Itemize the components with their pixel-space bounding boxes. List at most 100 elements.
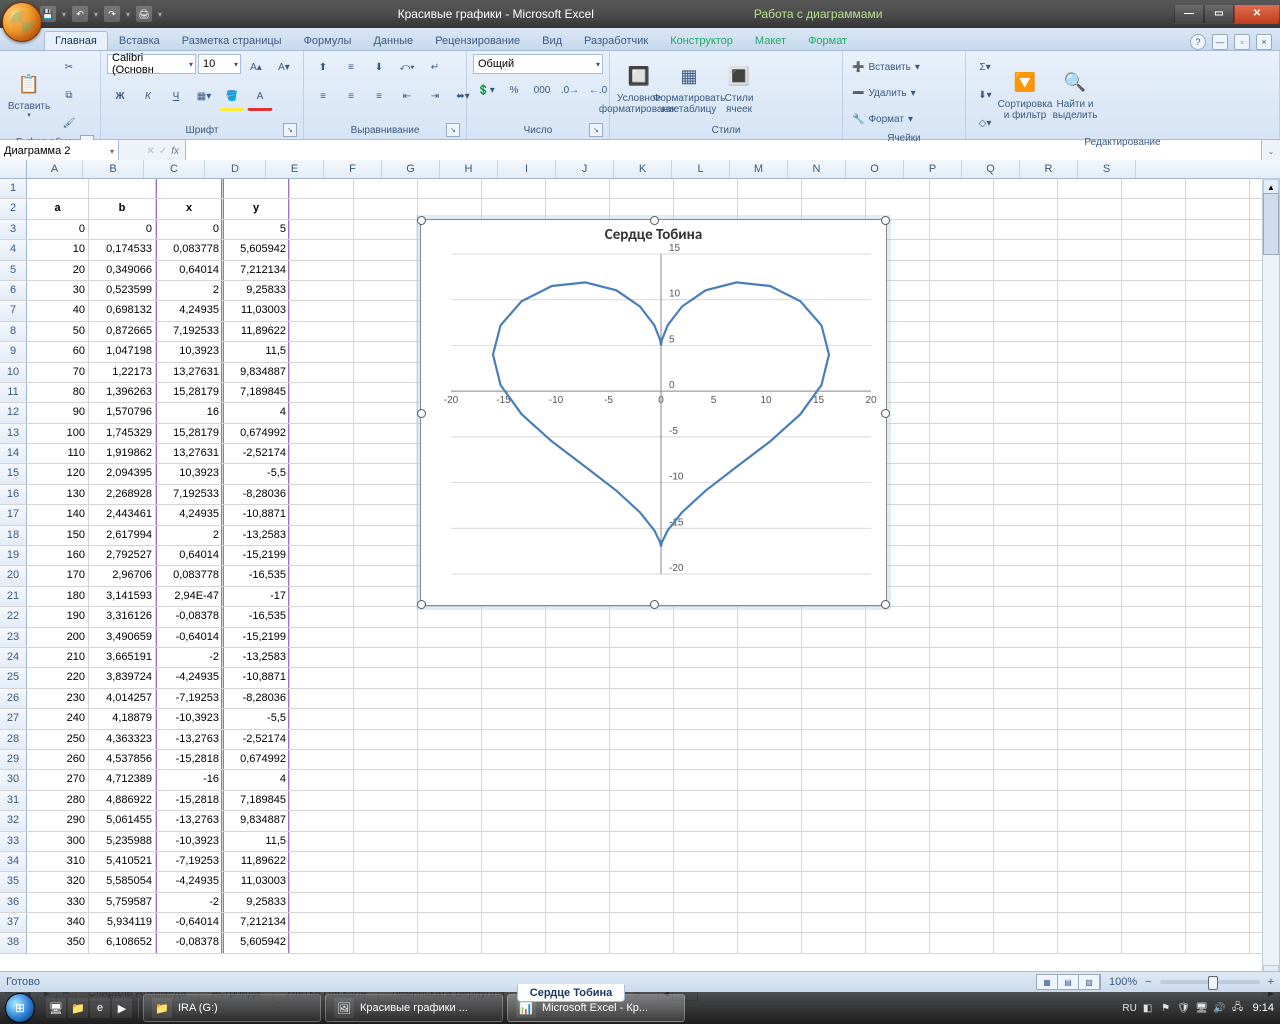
cell[interactable] bbox=[418, 730, 482, 749]
cell[interactable] bbox=[482, 689, 546, 708]
row-header[interactable]: 30 bbox=[0, 770, 27, 789]
ribbon-tab[interactable]: Разметка страницы bbox=[171, 31, 293, 50]
cell[interactable]: 4,24935 bbox=[156, 505, 223, 524]
cell[interactable] bbox=[930, 587, 994, 606]
cell[interactable]: 240 bbox=[27, 709, 89, 728]
cell[interactable] bbox=[1058, 261, 1122, 280]
cell[interactable] bbox=[674, 648, 738, 667]
cell[interactable] bbox=[802, 750, 866, 769]
column-header[interactable]: L bbox=[672, 160, 730, 178]
column-header[interactable]: H bbox=[440, 160, 498, 178]
cell[interactable] bbox=[546, 668, 610, 687]
cell[interactable] bbox=[930, 526, 994, 545]
cell[interactable]: 60 bbox=[27, 342, 89, 361]
cell[interactable]: -13,2763 bbox=[156, 730, 223, 749]
row-header[interactable]: 5 bbox=[0, 261, 27, 280]
cell[interactable] bbox=[354, 301, 418, 320]
cell[interactable] bbox=[802, 893, 866, 912]
cell[interactable] bbox=[1122, 546, 1186, 565]
cell[interactable] bbox=[1122, 628, 1186, 647]
name-box[interactable]: Диаграмма 2 bbox=[0, 140, 119, 162]
cell[interactable]: 3,490659 bbox=[89, 628, 156, 647]
row-header[interactable]: 10 bbox=[0, 363, 27, 382]
cell[interactable] bbox=[802, 832, 866, 851]
cell[interactable] bbox=[290, 730, 354, 749]
cell[interactable] bbox=[994, 220, 1058, 239]
cell[interactable] bbox=[290, 261, 354, 280]
cell[interactable] bbox=[354, 444, 418, 463]
cell[interactable] bbox=[802, 770, 866, 789]
cell[interactable] bbox=[1058, 505, 1122, 524]
cell[interactable]: 0,698132 bbox=[89, 301, 156, 320]
cell[interactable]: 20 bbox=[27, 261, 89, 280]
cell[interactable] bbox=[930, 424, 994, 443]
cell[interactable]: 15,28179 bbox=[156, 424, 223, 443]
ribbon-minimize-icon[interactable]: — bbox=[1212, 34, 1228, 50]
cell[interactable]: -8,28036 bbox=[223, 485, 290, 504]
cell[interactable]: 190 bbox=[27, 607, 89, 626]
cell[interactable]: -10,3923 bbox=[156, 709, 223, 728]
format-cells-button[interactable]: 🔧Формат ▾ bbox=[849, 106, 959, 132]
cell[interactable] bbox=[546, 628, 610, 647]
cell[interactable]: x bbox=[156, 199, 223, 218]
cell[interactable] bbox=[1122, 893, 1186, 912]
cell[interactable] bbox=[1186, 301, 1250, 320]
cell[interactable] bbox=[674, 913, 738, 932]
align-center-button[interactable]: ≡ bbox=[338, 83, 364, 109]
cell[interactable] bbox=[802, 199, 866, 218]
cell[interactable] bbox=[802, 668, 866, 687]
cell[interactable] bbox=[802, 933, 866, 952]
row-header[interactable]: 17 bbox=[0, 505, 27, 524]
cell[interactable] bbox=[290, 811, 354, 830]
cell[interactable] bbox=[354, 607, 418, 626]
cell[interactable] bbox=[866, 893, 930, 912]
ribbon-tab[interactable]: Формат bbox=[797, 31, 858, 50]
cell[interactable] bbox=[482, 709, 546, 728]
cell[interactable] bbox=[866, 750, 930, 769]
cell[interactable] bbox=[546, 199, 610, 218]
cell[interactable] bbox=[418, 709, 482, 728]
insert-cells-button[interactable]: ➕Вставить ▾ bbox=[849, 54, 959, 80]
row-header[interactable]: 36 bbox=[0, 893, 27, 912]
cell[interactable] bbox=[223, 179, 290, 198]
network-icon[interactable]: 🖧 bbox=[1231, 1001, 1245, 1015]
cell[interactable] bbox=[1122, 424, 1186, 443]
cell[interactable]: -13,2763 bbox=[156, 811, 223, 830]
cell[interactable]: 0,083778 bbox=[156, 566, 223, 585]
format-painter-button[interactable]: 🖌 bbox=[56, 110, 82, 136]
cell[interactable] bbox=[930, 750, 994, 769]
cell[interactable] bbox=[930, 342, 994, 361]
cell[interactable] bbox=[1058, 444, 1122, 463]
cell[interactable] bbox=[546, 832, 610, 851]
row-header[interactable]: 21 bbox=[0, 587, 27, 606]
cell[interactable]: 10 bbox=[27, 240, 89, 259]
cell[interactable] bbox=[802, 709, 866, 728]
cell[interactable]: -13,2583 bbox=[223, 648, 290, 667]
cell[interactable] bbox=[418, 179, 482, 198]
row-header[interactable]: 2 bbox=[0, 199, 27, 218]
cell[interactable] bbox=[1122, 220, 1186, 239]
cell[interactable] bbox=[610, 179, 674, 198]
column-header[interactable]: E bbox=[266, 160, 324, 178]
cell[interactable] bbox=[802, 730, 866, 749]
cell[interactable]: 100 bbox=[27, 424, 89, 443]
cell[interactable]: 3,316126 bbox=[89, 607, 156, 626]
cell[interactable] bbox=[1122, 933, 1186, 952]
cell[interactable] bbox=[930, 464, 994, 483]
cell[interactable] bbox=[482, 750, 546, 769]
cell[interactable] bbox=[1186, 668, 1250, 687]
cell[interactable] bbox=[546, 872, 610, 891]
cell[interactable] bbox=[1186, 199, 1250, 218]
row-header[interactable]: 16 bbox=[0, 485, 27, 504]
shrink-font-button[interactable]: A▾ bbox=[271, 54, 297, 80]
tray-icon[interactable]: ⚑ bbox=[1159, 1001, 1173, 1015]
cell[interactable] bbox=[1186, 791, 1250, 810]
cell[interactable]: -10,8871 bbox=[223, 668, 290, 687]
cell[interactable] bbox=[1122, 505, 1186, 524]
cell[interactable] bbox=[738, 730, 802, 749]
cell[interactable]: -5,5 bbox=[223, 709, 290, 728]
ribbon-tab[interactable]: Формулы bbox=[293, 31, 363, 50]
cell[interactable] bbox=[674, 872, 738, 891]
cell[interactable]: 11,89622 bbox=[223, 322, 290, 341]
row-header[interactable]: 31 bbox=[0, 791, 27, 810]
